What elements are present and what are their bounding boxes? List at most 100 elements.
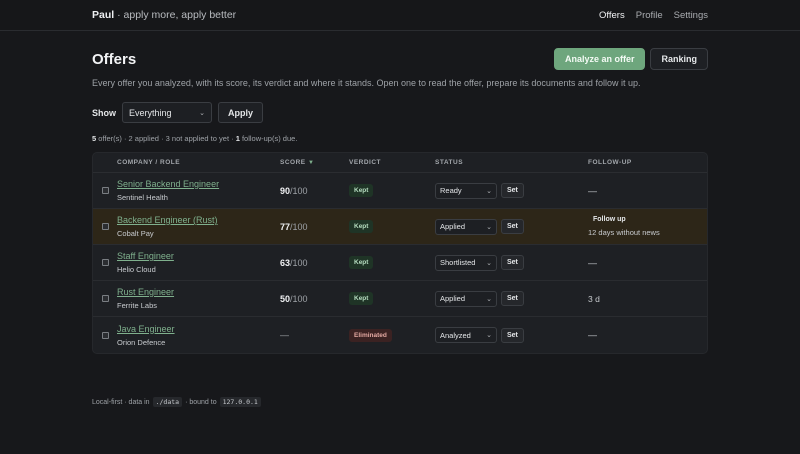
summary-text-1: offer(s) · 2 applied · 3 not applied to … (96, 134, 236, 143)
table-header: COMPANY / ROLE SCORE ▼ VERDICT STATUS FO… (93, 153, 707, 173)
company-name: Sentinel Health (117, 193, 168, 202)
company-name: Orion Defence (117, 337, 166, 347)
score-value: — (280, 330, 289, 340)
set-status-button[interactable]: Set (501, 183, 524, 198)
verdict-badge: Kept (349, 184, 374, 197)
page-header: Offers Analyze an offer Ranking (92, 48, 708, 70)
filter-label: Show (92, 107, 116, 118)
followup-cell: Follow up 12 days without news (588, 216, 707, 237)
table-row: Staff Engineer Helio Cloud 63/100 Kept S… (93, 245, 707, 281)
ranking-button[interactable]: Ranking (650, 48, 708, 70)
table-row: Senior Backend Engineer Sentinel Health … (93, 173, 707, 209)
summary-text-2: follow-up(s) due. (239, 134, 298, 143)
row-checkbox[interactable] (101, 295, 109, 302)
header-score-label: SCORE (280, 159, 306, 166)
role-link[interactable]: Senior Backend Engineer (117, 179, 280, 189)
row-checkbox[interactable] (101, 187, 109, 194)
bound-host: 127.0.0.1 (219, 397, 261, 407)
header-company[interactable]: COMPANY / ROLE (117, 159, 280, 166)
chevron-down-icon: ⌄ (486, 187, 492, 195)
verdict-badge: Kept (349, 220, 374, 233)
page-title: Offers (92, 50, 137, 68)
status-value: Shortlisted (440, 258, 476, 267)
verdict-badge: Eliminated (349, 328, 392, 342)
data-path: ./data (152, 397, 183, 407)
header-score[interactable]: SCORE ▼ (280, 159, 349, 166)
followup-value: — (588, 185, 597, 196)
row-checkbox[interactable] (101, 331, 109, 339)
nav-profile[interactable]: Profile (636, 10, 663, 21)
set-status-button[interactable]: Set (501, 291, 524, 306)
page-description: Every offer you analyzed, with its score… (92, 78, 641, 88)
nav-settings[interactable]: Settings (674, 10, 708, 21)
row-checkbox[interactable] (101, 259, 109, 266)
sort-desc-icon: ▼ (307, 160, 315, 166)
table-row: Rust Engineer Ferrite Labs 50/100 Kept A… (93, 281, 707, 317)
role-link[interactable]: Java Engineer (117, 324, 280, 334)
status-select[interactable]: Analyzed ⌄ (435, 327, 497, 343)
score-number: 50 (280, 293, 291, 304)
score-max: /100 (290, 293, 308, 304)
chevron-down-icon: ⌄ (486, 259, 492, 267)
status-select[interactable]: Applied ⌄ (435, 290, 497, 307)
analyze-offer-button[interactable]: Analyze an offer (553, 48, 646, 70)
table-row: Backend Engineer (Rust) Cobalt Pay 77/10… (93, 209, 707, 245)
chevron-down-icon: ⌄ (199, 109, 205, 117)
score-value: 50/100 (280, 294, 349, 304)
chevron-down-icon: ⌄ (486, 223, 492, 231)
filter-select[interactable]: Everything ⌄ (122, 102, 212, 123)
score-value: 90/100 (280, 186, 349, 196)
score-max: /100 (290, 257, 308, 268)
footer-text-2: · bound to (185, 398, 217, 406)
status-value: Analyzed (440, 330, 471, 340)
role-link[interactable]: Backend Engineer (Rust) (117, 215, 280, 225)
score-value: 77/100 (280, 222, 349, 232)
table-row: Java Engineer Orion Defence — Eliminated… (93, 317, 707, 353)
set-status-button[interactable]: Set (501, 219, 524, 234)
company-name: Ferrite Labs (117, 301, 158, 310)
status-select[interactable]: Ready ⌄ (435, 182, 497, 199)
brand-name: Paul (92, 9, 115, 21)
score-number: 63 (280, 257, 291, 268)
status-value: Applied (440, 222, 466, 231)
set-status-button[interactable]: Set (501, 327, 524, 343)
brand-tagline: · apply more, apply better (114, 9, 237, 21)
score-number: 90 (280, 185, 291, 196)
chevron-down-icon: ⌄ (486, 295, 492, 303)
score-max: /100 (290, 221, 308, 232)
status-value: Applied (440, 294, 466, 303)
followup-value: — (588, 330, 597, 340)
brand[interactable]: Paul · apply more, apply better (92, 9, 236, 21)
score-max: /100 (290, 185, 308, 196)
footer: Local-first · data in ./data · bound to … (92, 397, 261, 407)
top-bar: Paul · apply more, apply better Offers P… (0, 0, 800, 31)
offers-summary: 5 offer(s) · 2 applied · 3 not applied t… (92, 134, 708, 143)
row-checkbox[interactable] (101, 223, 109, 230)
status-select[interactable]: Applied ⌄ (435, 218, 497, 235)
set-status-button[interactable]: Set (501, 255, 524, 270)
main-nav: Offers Profile Settings (599, 10, 708, 21)
apply-filter-button[interactable]: Apply (218, 102, 264, 123)
header-actions: Analyze an offer Ranking (553, 48, 708, 70)
header-verdict[interactable]: VERDICT (349, 159, 435, 166)
score-number: 77 (280, 221, 291, 232)
verdict-badge: Kept (349, 292, 374, 305)
role-link[interactable]: Staff Engineer (117, 251, 280, 261)
header-followup[interactable]: FOLLOW-UP (588, 159, 707, 166)
status-value: Ready (440, 186, 462, 195)
followup-title: Follow up (593, 216, 626, 223)
score-value: 63/100 (280, 258, 349, 268)
followup-value: — (588, 257, 597, 268)
status-select[interactable]: Shortlisted ⌄ (435, 254, 497, 271)
chevron-down-icon: ⌄ (486, 332, 492, 339)
offers-table: COMPANY / ROLE SCORE ▼ VERDICT STATUS FO… (92, 152, 708, 354)
footer-text-1: Local-first · data in (92, 398, 150, 406)
filter-bar: Show Everything ⌄ Apply (92, 102, 708, 123)
verdict-badge: Kept (349, 256, 374, 269)
nav-offers[interactable]: Offers (599, 10, 625, 21)
followup-value: 3 d (588, 293, 600, 304)
main-content: Offers Analyze an offer Ranking Every of… (0, 48, 800, 354)
header-status[interactable]: STATUS (435, 159, 588, 166)
role-link[interactable]: Rust Engineer (117, 287, 280, 297)
company-name: Cobalt Pay (117, 229, 154, 238)
